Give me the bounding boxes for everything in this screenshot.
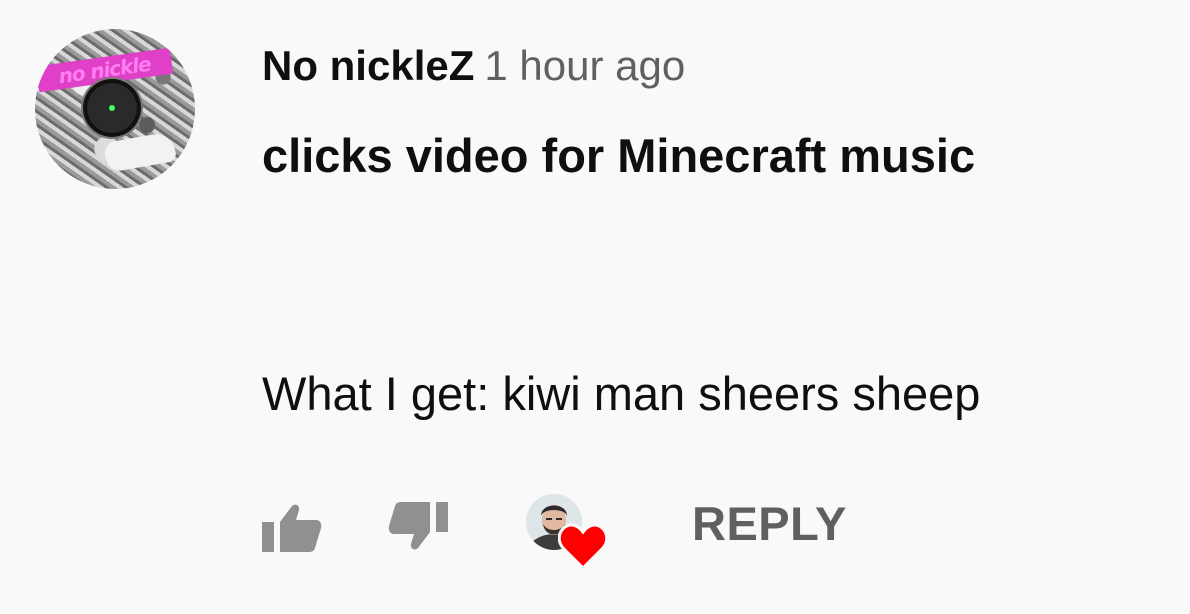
- thumb-up-icon: [262, 504, 322, 552]
- avatar-disc: [83, 79, 141, 137]
- comment-actions: REPLY: [258, 494, 878, 570]
- comment-header: No nickleZ 1 hour ago: [262, 42, 685, 90]
- comment-thread: no nickle No nickleZ 1 hour ago clicks vi…: [0, 0, 1190, 614]
- heart-icon: [558, 523, 608, 570]
- creator-heart: [526, 494, 610, 570]
- author-name[interactable]: No nickleZ: [262, 42, 474, 89]
- author-avatar[interactable]: no nickle: [35, 29, 195, 189]
- comment-text-line-1: clicks video for Minecraft music: [262, 129, 976, 182]
- dislike-button[interactable]: [388, 502, 452, 552]
- like-button[interactable]: [258, 502, 322, 552]
- avatar-figure: [102, 131, 178, 173]
- comment-timestamp[interactable]: 1 hour ago: [484, 42, 685, 89]
- reply-button[interactable]: REPLY: [692, 496, 847, 551]
- comment-text-line-2: What I get: kiwi man sheers sheep: [262, 367, 981, 420]
- thumb-down-icon: [388, 502, 448, 550]
